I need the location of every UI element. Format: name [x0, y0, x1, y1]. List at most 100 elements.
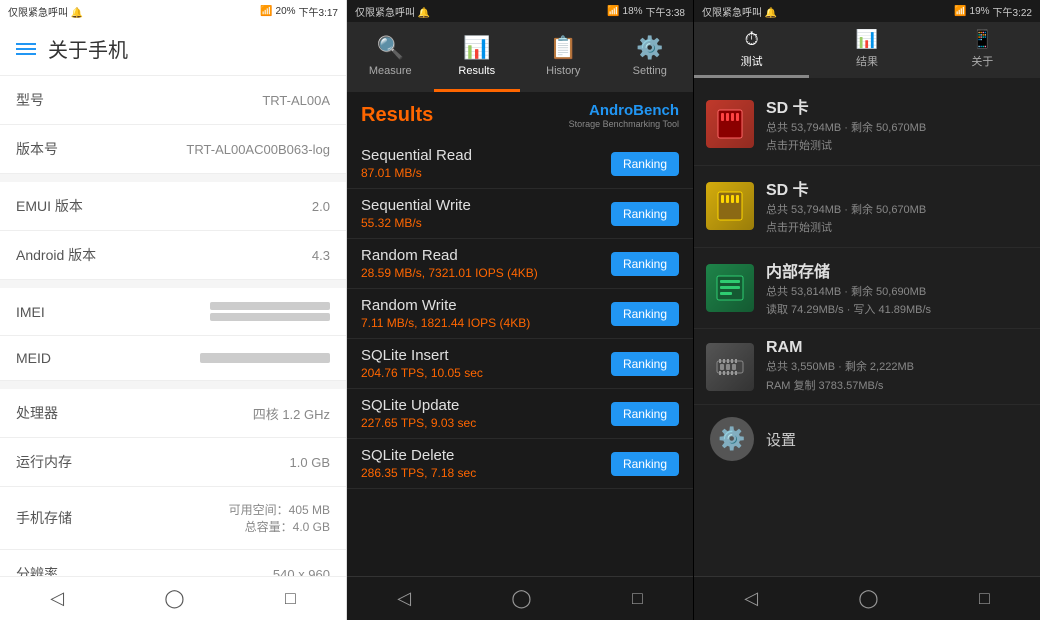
- home-button-p2[interactable]: ◯: [491, 580, 551, 617]
- info-row-resolution: 分辨率 540 x 960: [0, 550, 346, 576]
- recent-button-p2[interactable]: □: [612, 580, 663, 617]
- tab-measure-label: Measure: [369, 65, 412, 77]
- navbar-p3: ◁ ◯ □: [694, 576, 1040, 620]
- statusbar-right-p2: 📶 18% 下午3:38: [607, 4, 685, 19]
- storage-test-content: SD 卡 总共 53,794MB · 剩余 50,670MB 点击开始测试 SD…: [694, 78, 1040, 576]
- value-imei-1: [210, 302, 330, 310]
- time-p2: 下午3:38: [646, 4, 685, 19]
- tab-test-label: 测试: [741, 53, 763, 69]
- label-ram: 运行内存: [16, 452, 72, 472]
- bench-value-rand-write: 7.11 MB/s, 1821.44 IOPS (4KB): [361, 316, 530, 330]
- ranking-btn-seq-read[interactable]: Ranking: [611, 152, 679, 176]
- tab-setting[interactable]: ⚙️ Setting: [607, 22, 694, 92]
- info-row-ram: 运行内存 1.0 GB: [0, 438, 346, 487]
- label-android: Android 版本: [16, 245, 96, 265]
- tab-results-p3[interactable]: 📊 结果: [809, 22, 924, 78]
- ram-detail2: RAM 复制 3783.57MB/s: [766, 379, 1028, 394]
- menu-icon[interactable]: [16, 43, 36, 55]
- back-button-p1[interactable]: ◁: [30, 580, 84, 617]
- internal-detail1: 总共 53,814MB · 剩余 50,690MB: [766, 285, 1028, 300]
- about-icon: 📱: [971, 29, 993, 50]
- ranking-btn-sqlite-update[interactable]: Ranking: [611, 402, 679, 426]
- value-cpu: 四核 1.2 GHz: [253, 404, 330, 423]
- benchmarks-list: Sequential Read 87.01 MB/s Ranking Seque…: [347, 135, 693, 576]
- ram-info: RAM 总共 3,550MB · 剩余 2,222MB RAM 复制 3783.…: [766, 339, 1028, 394]
- storage-item-ram[interactable]: RAM 总共 3,550MB · 剩余 2,222MB RAM 复制 3783.…: [694, 329, 1040, 405]
- tab-history[interactable]: 📋 History: [520, 22, 607, 92]
- bench-info-rand-read: Random Read 28.59 MB/s, 7321.01 IOPS (4K…: [361, 247, 538, 280]
- sd1-name: SD 卡: [766, 94, 1028, 118]
- bench-name-rand-read: Random Read: [361, 247, 538, 264]
- bench-value-rand-read: 28.59 MB/s, 7321.01 IOPS (4KB): [361, 266, 538, 280]
- signal-icon-p2: 📶: [607, 6, 619, 17]
- navbar-p2: ◁ ◯ □: [347, 576, 693, 620]
- tab-about[interactable]: 📱 关于: [925, 22, 1040, 78]
- ranking-btn-sqlite-insert[interactable]: Ranking: [611, 352, 679, 376]
- sd2-info: SD 卡 总共 53,794MB · 剩余 50,670MB 点击开始测试: [766, 176, 1028, 237]
- storage-total: 总容量：4.0 GB: [229, 518, 330, 535]
- bench-name-seq-read: Sequential Read: [361, 147, 472, 164]
- info-row-version: 版本号 TRT-AL00AC00B063-log: [0, 125, 346, 174]
- androbench-tabs: 🔍 Measure 📊 Results 📋 History ⚙️ Setting: [347, 22, 693, 92]
- bench-name-sqlite-insert: SQLite Insert: [361, 347, 483, 364]
- statusbar-right-p1: 📶 20% 下午3:17: [260, 4, 338, 19]
- ranking-btn-sqlite-delete[interactable]: Ranking: [611, 452, 679, 476]
- bench-info-seq-read: Sequential Read 87.01 MB/s: [361, 147, 472, 180]
- tab-measure[interactable]: 🔍 Measure: [347, 22, 434, 92]
- ranking-btn-rand-read[interactable]: Ranking: [611, 252, 679, 276]
- bench-value-seq-write: 55.32 MB/s: [361, 216, 471, 230]
- ranking-btn-seq-write[interactable]: Ranking: [611, 202, 679, 226]
- battery-text-p2: 18%: [623, 6, 643, 17]
- menu-line2: [16, 48, 36, 50]
- home-button-p3[interactable]: ◯: [838, 580, 898, 617]
- storage-test-tabs: ⏱ 测试 📊 结果 📱 关于: [694, 22, 1040, 78]
- statusbar-left-p3: 仅限紧急呼叫 🔔: [702, 4, 777, 19]
- back-button-p2[interactable]: ◁: [377, 580, 431, 617]
- sd1-info: SD 卡 总共 53,794MB · 剩余 50,670MB 点击开始测试: [766, 94, 1028, 155]
- sd1-detail2: 点击开始测试: [766, 139, 1028, 154]
- panel-about-phone: 仅限紧急呼叫 🔔 📶 20% 下午3:17 关于手机 型号 TRT-AL00A …: [0, 0, 347, 620]
- panel-androbench: 仅限紧急呼叫 🔔 📶 18% 下午3:38 🔍 Measure 📊 Result…: [347, 0, 694, 620]
- bench-info-seq-write: Sequential Write 55.32 MB/s: [361, 197, 471, 230]
- info-row-emui: EMUI 版本 2.0: [0, 182, 346, 231]
- bench-value-sqlite-insert: 204.76 TPS, 10.05 sec: [361, 366, 483, 380]
- sd2-icon: [706, 182, 754, 230]
- recent-button-p1[interactable]: □: [265, 580, 316, 617]
- bench-value-seq-read: 87.01 MB/s: [361, 166, 472, 180]
- statusbar-panel2: 仅限紧急呼叫 🔔 📶 18% 下午3:38: [347, 0, 693, 22]
- tab-results[interactable]: 📊 Results: [434, 22, 521, 92]
- info-row-meid: MEID: [0, 336, 346, 381]
- statusbar-panel1: 仅限紧急呼叫 🔔 📶 20% 下午3:17: [0, 0, 346, 22]
- value-version: TRT-AL00AC00B063-log: [186, 142, 330, 157]
- storage-item-sd2[interactable]: SD 卡 总共 53,794MB · 剩余 50,670MB 点击开始测试: [694, 166, 1040, 248]
- bench-info-sqlite-insert: SQLite Insert 204.76 TPS, 10.05 sec: [361, 347, 483, 380]
- ram-name: RAM: [766, 339, 1028, 357]
- tab-test[interactable]: ⏱ 测试: [694, 22, 809, 78]
- sd1-detail1: 总共 53,794MB · 剩余 50,670MB: [766, 121, 1028, 136]
- bench-row-seq-read: Sequential Read 87.01 MB/s Ranking: [347, 139, 693, 189]
- about-phone-content: 型号 TRT-AL00A 版本号 TRT-AL00AC00B063-log EM…: [0, 76, 346, 576]
- storage-item-sd1[interactable]: SD 卡 总共 53,794MB · 剩余 50,670MB 点击开始测试: [694, 84, 1040, 166]
- info-row-storage: 手机存储 可用空间：405 MB 总容量：4.0 GB: [0, 487, 346, 550]
- tab-setting-label: Setting: [633, 65, 667, 77]
- back-button-p3[interactable]: ◁: [724, 580, 778, 617]
- settings-item[interactable]: ⚙️ 设置: [694, 405, 1040, 473]
- bench-info-sqlite-update: SQLite Update 227.65 TPS, 9.03 sec: [361, 397, 476, 430]
- label-emui: EMUI 版本: [16, 196, 83, 216]
- bench-info-sqlite-delete: SQLite Delete 286.35 TPS, 7.18 sec: [361, 447, 476, 480]
- results-icon: 📊: [463, 35, 490, 61]
- storage-item-internal[interactable]: 内部存储 总共 53,814MB · 剩余 50,690MB 读取 74.29M…: [694, 248, 1040, 330]
- bench-name-seq-write: Sequential Write: [361, 197, 471, 214]
- sd1-icon: [706, 100, 754, 148]
- bench-name-sqlite-update: SQLite Update: [361, 397, 476, 414]
- bench-name-sqlite-delete: SQLite Delete: [361, 447, 476, 464]
- ranking-btn-rand-write[interactable]: Ranking: [611, 302, 679, 326]
- info-row-imei: IMEI: [0, 288, 346, 336]
- results-icon-p3: 📊: [856, 29, 878, 50]
- sd2-detail1: 总共 53,794MB · 剩余 50,670MB: [766, 203, 1028, 218]
- recent-button-p3[interactable]: □: [959, 580, 1010, 617]
- home-button-p1[interactable]: ◯: [144, 580, 204, 617]
- bench-row-sqlite-update: SQLite Update 227.65 TPS, 9.03 sec Ranki…: [347, 389, 693, 439]
- internal-icon: [706, 264, 754, 312]
- label-storage: 手机存储: [16, 508, 72, 528]
